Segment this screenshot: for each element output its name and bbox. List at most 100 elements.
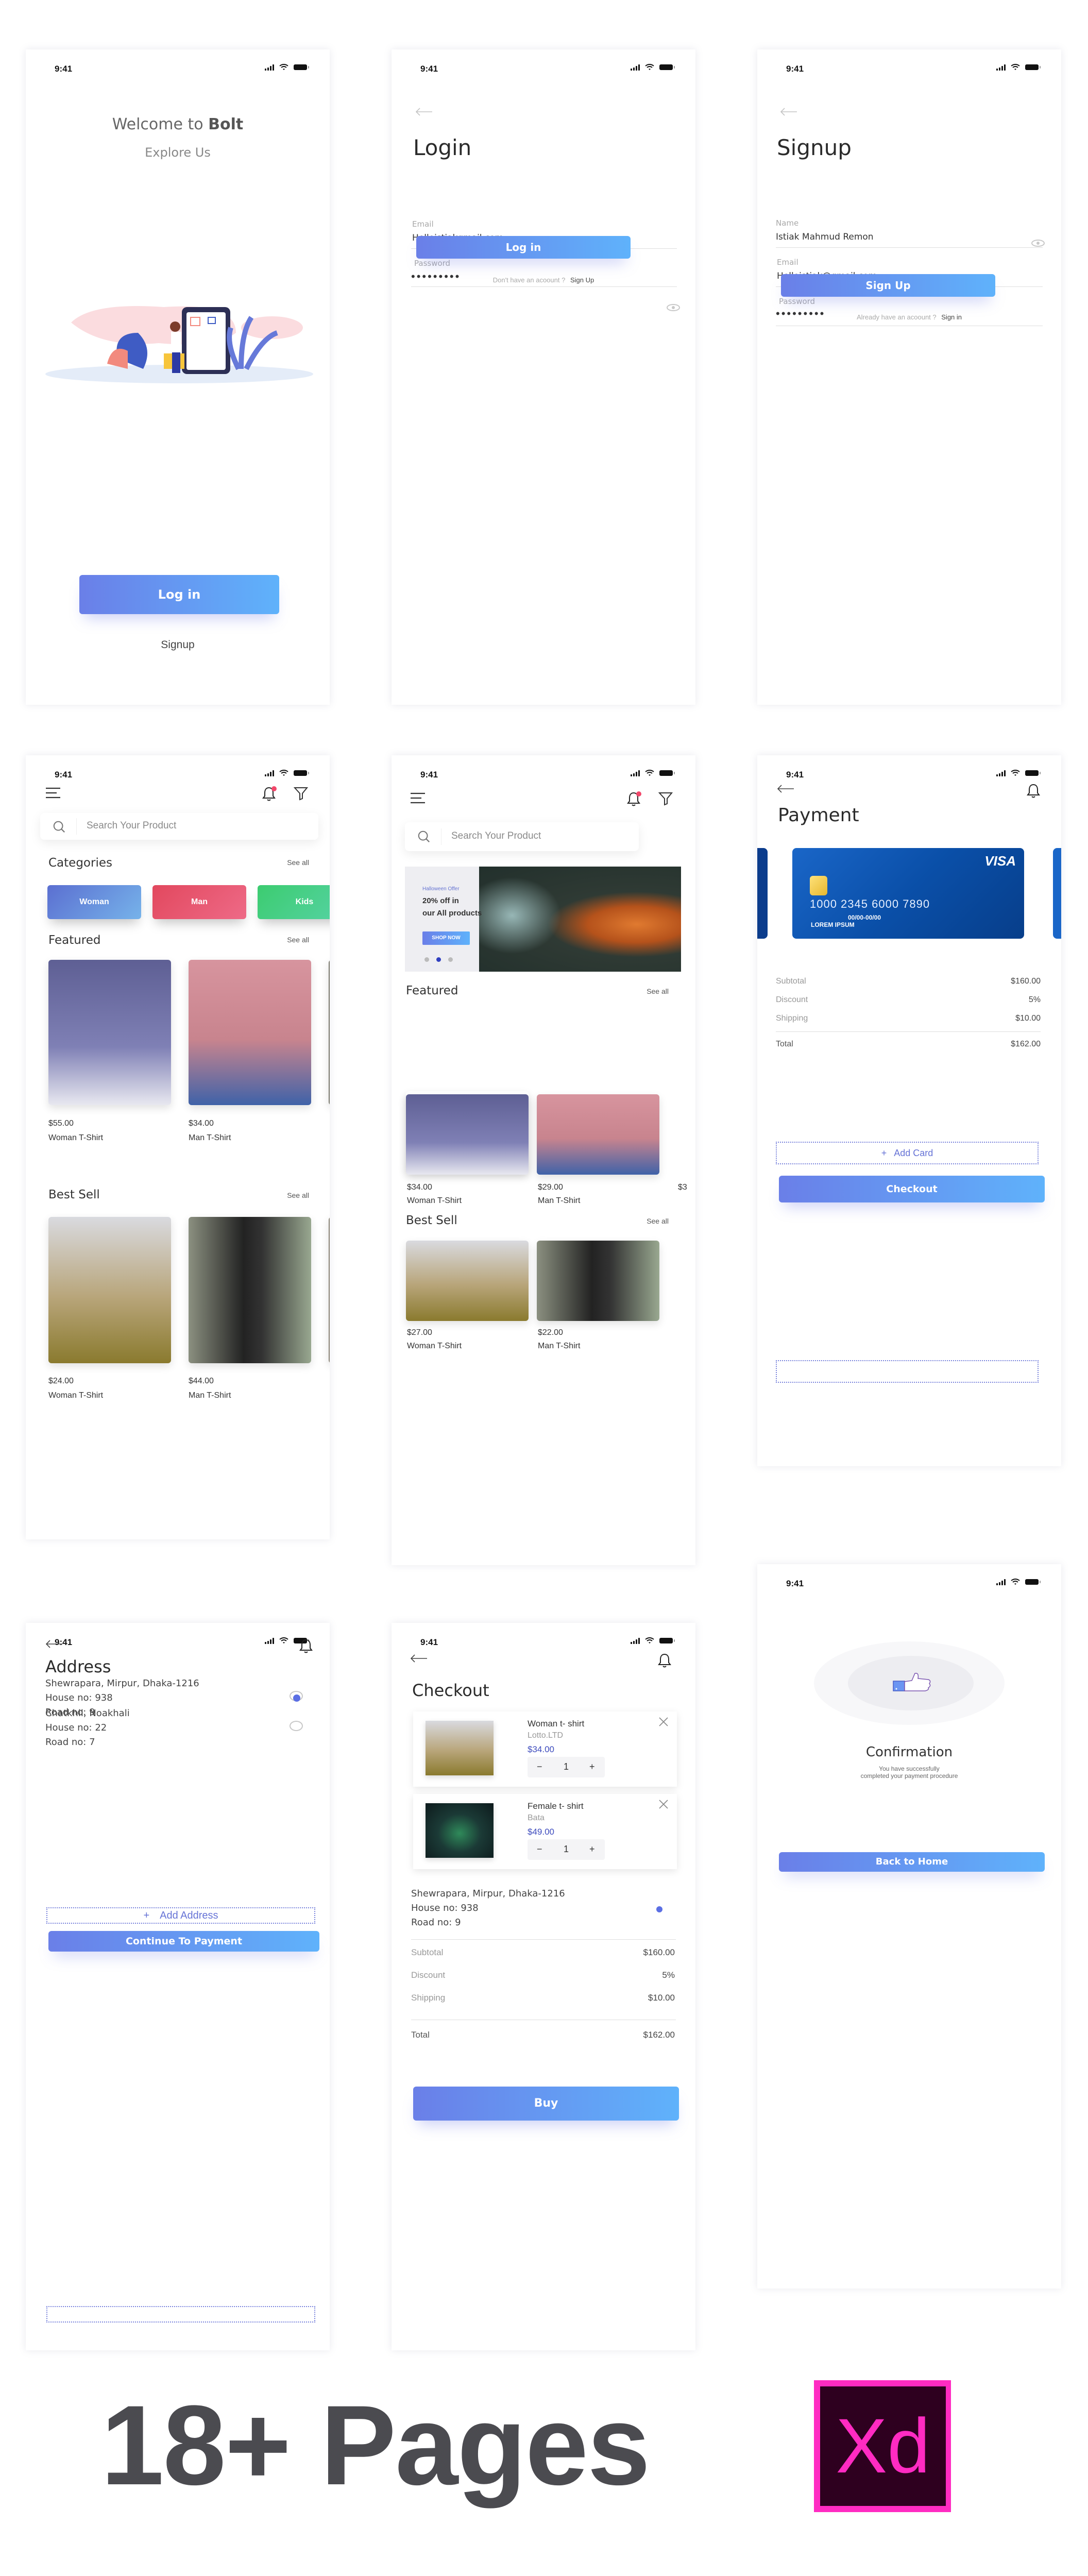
decrement-button[interactable]: − bbox=[537, 1844, 542, 1855]
category-man[interactable]: Man bbox=[152, 885, 246, 919]
add-card-button[interactable] bbox=[776, 1360, 1039, 1383]
product-image-partial[interactable] bbox=[329, 960, 330, 1105]
signin-link[interactable]: Sign in bbox=[941, 313, 962, 321]
battery-icon bbox=[294, 770, 309, 776]
back-arrow-icon[interactable] bbox=[410, 1654, 428, 1663]
filter-icon[interactable] bbox=[294, 786, 308, 801]
product-image-woman-purple[interactable] bbox=[406, 1094, 529, 1175]
status-bar: 9:41 bbox=[26, 1623, 330, 1654]
wifi-icon bbox=[645, 1637, 654, 1644]
back-to-home-button[interactable]: Back to Home bbox=[779, 1852, 1045, 1872]
search-box[interactable]: Search Your Product bbox=[40, 813, 318, 840]
credit-card[interactable]: VISA 1000 2345 6000 7890 00/00-00/00 LOR… bbox=[792, 848, 1024, 939]
login-button[interactable]: Log in bbox=[79, 575, 279, 614]
menu-icon[interactable] bbox=[45, 787, 61, 799]
login-button[interactable]: Log in bbox=[416, 236, 631, 259]
category-kids[interactable]: Kids bbox=[258, 885, 330, 919]
product-name: Woman T-Shirt bbox=[48, 1133, 104, 1142]
product-image-partial[interactable] bbox=[329, 1217, 330, 1363]
quantity-value: 1 bbox=[564, 1761, 569, 1772]
wifi-icon bbox=[279, 64, 288, 71]
product-image-man-pink[interactable] bbox=[189, 960, 311, 1105]
product-price: $34.00 bbox=[189, 1119, 214, 1128]
home-categories-screen: 9:41 Search Your Product Categories See … bbox=[26, 755, 330, 1539]
increment-button[interactable]: + bbox=[589, 1761, 595, 1772]
address-divider bbox=[411, 1939, 676, 1940]
back-arrow-icon[interactable] bbox=[780, 107, 797, 116]
promo-banner[interactable]: Halloween Offer 20% off in our All produ… bbox=[405, 867, 681, 972]
filter-icon[interactable] bbox=[658, 791, 673, 806]
carousel-dot[interactable] bbox=[448, 957, 453, 962]
status-time: 9:41 bbox=[786, 1579, 804, 1588]
remove-item-close-icon[interactable] bbox=[658, 1717, 669, 1727]
summary-subtotal: Subtotal $160.00 bbox=[411, 1947, 675, 1957]
search-input[interactable]: Search Your Product bbox=[87, 820, 176, 832]
product-price: $29.00 bbox=[538, 1183, 563, 1192]
quantity-stepper: − 1 + bbox=[528, 1839, 605, 1860]
product-name: Woman T-Shirt bbox=[407, 1196, 462, 1205]
address-selected-dot[interactable] bbox=[656, 1906, 662, 1912]
card-carousel-next[interactable] bbox=[1053, 848, 1061, 939]
checkout-button[interactable]: Checkout bbox=[779, 1176, 1045, 1202]
card-carousel-prev[interactable] bbox=[757, 848, 768, 939]
search-input[interactable]: Search Your Product bbox=[451, 831, 541, 842]
status-time: 9:41 bbox=[55, 770, 73, 779]
no-account-text: Don't have an acoount ? bbox=[492, 276, 566, 284]
confirmation-screen: 9:41 Confirmation You have successfully … bbox=[757, 1564, 1061, 2289]
product-name: Woman T-Shirt bbox=[48, 1391, 104, 1400]
product-image-man-black[interactable] bbox=[189, 1217, 311, 1363]
best-sell-see-all[interactable]: See all bbox=[647, 1217, 669, 1225]
notification-dot bbox=[636, 791, 641, 796]
categories-see-all[interactable]: See all bbox=[287, 858, 309, 867]
search-box[interactable]: Search Your Product bbox=[405, 822, 639, 851]
status-bar: 9:41 bbox=[757, 1564, 1061, 1595]
add-address-button[interactable]: + Add Address bbox=[46, 1907, 315, 1924]
back-arrow-icon[interactable] bbox=[777, 784, 794, 793]
summary-shipping: Shipping $10.00 bbox=[411, 1993, 675, 2003]
featured-see-all[interactable]: See all bbox=[287, 936, 309, 944]
address-radio-unselected[interactable] bbox=[290, 1721, 303, 1731]
add-card-button[interactable]: + Add Card bbox=[776, 1142, 1039, 1164]
back-arrow-icon[interactable] bbox=[415, 107, 433, 116]
product-image-man-pink[interactable] bbox=[537, 1094, 659, 1175]
signal-icon bbox=[996, 770, 1006, 776]
signup-link[interactable]: Signup bbox=[26, 639, 330, 651]
confirmation-message-2: completed your payment procedure bbox=[860, 1772, 958, 1780]
decrement-button[interactable]: − bbox=[537, 1761, 542, 1772]
increment-button[interactable]: + bbox=[589, 1844, 595, 1855]
cart-item-price: $49.00 bbox=[528, 1827, 554, 1837]
featured-see-all[interactable]: See all bbox=[647, 987, 669, 995]
add-address-button[interactable] bbox=[46, 2306, 315, 2323]
name-field[interactable]: Istiak Mahmud Remon bbox=[776, 232, 874, 242]
menu-icon[interactable] bbox=[410, 792, 426, 804]
brand-name: Bolt bbox=[208, 115, 244, 133]
buy-button[interactable]: Buy bbox=[413, 2087, 679, 2121]
product-image-man-black[interactable] bbox=[537, 1241, 659, 1321]
shop-now-button[interactable]: SHOP NOW bbox=[422, 931, 470, 945]
email-label: Email bbox=[412, 219, 434, 229]
password-label: Password bbox=[414, 259, 451, 268]
carousel-dot-active[interactable] bbox=[436, 957, 441, 962]
signup-button[interactable]: Sign Up bbox=[781, 274, 995, 297]
have-account-text: Already have an acoount ? bbox=[856, 313, 937, 321]
remove-item-close-icon[interactable] bbox=[658, 1799, 669, 1809]
product-image-woman-purple[interactable] bbox=[48, 960, 171, 1105]
show-password-eye-icon[interactable] bbox=[667, 304, 680, 311]
continue-to-payment-button[interactable]: Continue To Payment bbox=[48, 1931, 319, 1952]
show-password-eye-icon[interactable] bbox=[1031, 240, 1045, 247]
category-woman[interactable]: Woman bbox=[47, 885, 141, 919]
address-item[interactable]: Chatkhil, Noakhali House no: 22 Road no:… bbox=[45, 1706, 130, 1750]
back-arrow-icon[interactable] bbox=[45, 1639, 63, 1649]
status-bar: 9:41 bbox=[26, 49, 330, 80]
notification-bell-icon[interactable] bbox=[299, 1638, 313, 1654]
signup-link[interactable]: Sign Up bbox=[570, 276, 594, 284]
carousel-dot[interactable] bbox=[424, 957, 429, 962]
address-radio-selected[interactable] bbox=[290, 1691, 303, 1702]
featured-heading: Featured bbox=[406, 984, 458, 997]
summary-divider bbox=[776, 1031, 1041, 1032]
best-sell-see-all[interactable]: See all bbox=[287, 1191, 309, 1199]
notification-bell-icon[interactable] bbox=[1026, 783, 1041, 799]
product-image-woman-olive[interactable] bbox=[406, 1241, 529, 1321]
product-image-woman-olive[interactable] bbox=[48, 1217, 171, 1363]
notification-bell-icon[interactable] bbox=[657, 1653, 672, 1668]
